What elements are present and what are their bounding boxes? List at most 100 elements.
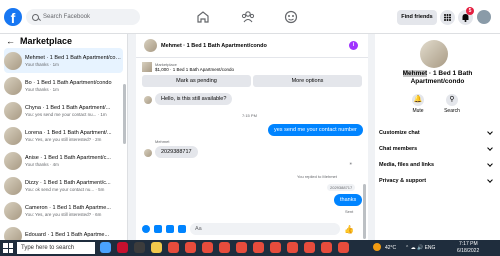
conversation-avatar xyxy=(4,126,22,145)
chrome-icon[interactable] xyxy=(168,242,179,253)
conversation-item[interactable]: Anise · 1 Bed 1 Bath Apartment/c... Your … xyxy=(0,148,127,173)
message-thread: Hello, is this still available? 7:15 PM … xyxy=(136,90,368,222)
conversation-preview: You: yes send me your contact nu... · 1m xyxy=(25,111,107,117)
clock-time[interactable]: 7:17 PM xyxy=(459,241,478,247)
info-section-row[interactable]: Privacy & support xyxy=(379,174,496,188)
taskbar-search-input[interactable]: Type here to search xyxy=(17,242,95,254)
chrome-icon[interactable] xyxy=(202,242,213,253)
conversation-item[interactable]: Chyna · 1 Bed 1 Bath Apartment/... You: y… xyxy=(0,98,127,123)
menu-grid-icon[interactable] xyxy=(440,10,455,25)
listing-avatar xyxy=(420,40,448,68)
conversation-name: Chyna · 1 Bed 1 Bath Apartment/... xyxy=(25,104,111,111)
conversation-avatar xyxy=(4,101,22,120)
info-section-row[interactable]: Chat members xyxy=(379,142,496,156)
conversation-info-panel: Mehmet · 1 Bed 1 Bath Apartment/condo 🔔 … xyxy=(375,34,500,240)
chat-header: Mehmet · 1 Bed 1 Bath Apartment/condo i xyxy=(136,34,368,58)
conversation-item[interactable]: Bo · 1 Bed 1 Bath Apartment/condo Your th… xyxy=(0,73,127,98)
gif-icon[interactable] xyxy=(178,225,186,233)
message-input[interactable]: Aa xyxy=(190,223,340,235)
info-section-row[interactable]: Media, files and links xyxy=(379,158,496,172)
incoming-message: 2029388717 xyxy=(155,146,198,158)
conversation-avatar xyxy=(4,151,22,170)
chat-avatar[interactable] xyxy=(144,39,157,52)
groups-icon[interactable] xyxy=(240,9,256,25)
seen-indicator-icon: ☀ xyxy=(349,161,353,166)
film-app-icon[interactable] xyxy=(134,242,145,253)
chrome-icon[interactable] xyxy=(338,242,349,253)
sent-status: Sent xyxy=(345,209,354,214)
back-arrow-icon[interactable]: ← xyxy=(6,36,15,46)
listing-thumbnail xyxy=(142,61,152,72)
sidebar-header: ← Marketplace xyxy=(0,34,127,48)
chrome-icon[interactable] xyxy=(287,242,298,253)
gaming-icon[interactable] xyxy=(283,9,299,25)
thumbs-up-icon[interactable]: 👍 xyxy=(344,225,354,234)
conversation-list: Mehmet · 1 Bed 1 Bath Apartment/condo You… xyxy=(0,48,127,240)
search-icon xyxy=(32,13,39,21)
conversation-item[interactable]: Lorena · 1 Bed 1 Bath Apartment/... You: … xyxy=(0,123,127,148)
clock-date[interactable]: 6/18/2022 xyxy=(457,248,479,254)
conversation-avatar xyxy=(4,201,22,220)
home-icon[interactable] xyxy=(195,9,211,25)
tray-icons[interactable]: ⌃ ☁ 🔊 ENG xyxy=(405,245,435,251)
profile-avatar[interactable] xyxy=(477,10,491,24)
sidebar-scrollbar[interactable] xyxy=(123,84,126,144)
sidebar-title: Marketplace xyxy=(20,36,73,46)
info-section-row[interactable]: Customize chat xyxy=(379,126,496,140)
chrome-icon[interactable] xyxy=(236,242,247,253)
chat-title[interactable]: Mehmet · 1 Bed 1 Bath Apartment/condo xyxy=(161,43,267,49)
chrome-icon[interactable] xyxy=(321,242,332,253)
chrome-icon[interactable] xyxy=(253,242,264,253)
outgoing-message: yes send me your contact number xyxy=(268,124,363,136)
find-friends-button[interactable]: Find friends xyxy=(397,10,437,25)
conversation-item[interactable]: Edouard · 1 Bed 1 Bath Apartme... xyxy=(0,223,127,240)
chrome-icon[interactable] xyxy=(219,242,230,253)
chevron-down-icon xyxy=(487,161,493,167)
info-section-label: Chat members xyxy=(379,146,418,152)
info-section-label: Media, files and links xyxy=(379,162,435,168)
info-title: Mehmet · 1 Bed 1 Bath Apartment/condo xyxy=(375,70,500,86)
conversation-preview: You: Yes, are you still interested? · 2m xyxy=(25,136,102,142)
chrome-icon[interactable] xyxy=(270,242,281,253)
search-in-conversation-button[interactable]: ⚲ Search xyxy=(437,94,467,114)
conversation-avatar xyxy=(4,226,22,240)
conversation-preview: Your thanks · 1m xyxy=(25,61,59,67)
sticker-icon[interactable] xyxy=(166,225,174,233)
info-title-highlight: Mehmet xyxy=(402,70,428,77)
add-plus-icon[interactable] xyxy=(142,225,150,233)
conversation-item[interactable]: Mehmet · 1 Bed 1 Bath Apartment/condo You… xyxy=(4,48,123,73)
file-explorer-icon[interactable] xyxy=(151,242,162,253)
more-options-button[interactable]: More options xyxy=(253,75,362,87)
mark-as-pending-button[interactable]: Mark as pending xyxy=(142,75,251,87)
chevron-down-icon xyxy=(487,129,493,135)
conversation-item[interactable]: Dizzy · 1 Bed 1 Bath Apartment/c... You: … xyxy=(0,173,127,198)
search-input[interactable]: Search Facebook xyxy=(26,9,140,25)
chevron-down-icon xyxy=(487,145,493,151)
task-view-icon[interactable] xyxy=(100,242,111,253)
incoming-message: Hello, is this still available? xyxy=(155,93,233,105)
conversation-avatar xyxy=(4,176,22,195)
listing-summary[interactable]: Marketplace $1,000 · 1 Bed 1 Bath Apartm… xyxy=(136,58,368,75)
mute-button[interactable]: 🔔 Mute xyxy=(403,94,433,114)
conversation-item[interactable]: Cameron · 1 Bed 1 Bath Apartme... You: Ye… xyxy=(0,198,127,223)
conversation-preview: Your thanks · 4m xyxy=(25,161,59,167)
conversation-name: Lorena · 1 Bed 1 Bath Apartment/... xyxy=(25,129,112,136)
message-timestamp: 7:15 PM xyxy=(242,113,257,118)
conversation-preview: Your thanks · 1m xyxy=(25,86,59,92)
info-section-label: Privacy & support xyxy=(379,178,427,184)
facebook-logo[interactable]: f xyxy=(4,8,22,26)
replied-label: You replied to Mehmet xyxy=(297,174,337,179)
search-placeholder: Search Facebook xyxy=(43,14,91,20)
weather-temperature[interactable]: 42°C xyxy=(385,245,396,251)
chrome-icon[interactable] xyxy=(185,242,196,253)
sender-avatar xyxy=(144,96,152,104)
conversation-preview: You: ok send me your contact nu... · 5m xyxy=(25,186,105,192)
chrome-icon[interactable] xyxy=(304,242,315,253)
windows-start-icon[interactable] xyxy=(3,243,13,253)
top-navigation-bar: f Search Facebook Find friends 5 xyxy=(0,0,500,34)
image-icon[interactable] xyxy=(154,225,162,233)
weather-icon[interactable] xyxy=(373,243,381,251)
conversation-info-icon[interactable]: i xyxy=(349,41,358,50)
conversation-name: Mehmet · 1 Bed 1 Bath Apartment/condo xyxy=(25,54,121,61)
flag-app-icon[interactable] xyxy=(117,242,128,253)
